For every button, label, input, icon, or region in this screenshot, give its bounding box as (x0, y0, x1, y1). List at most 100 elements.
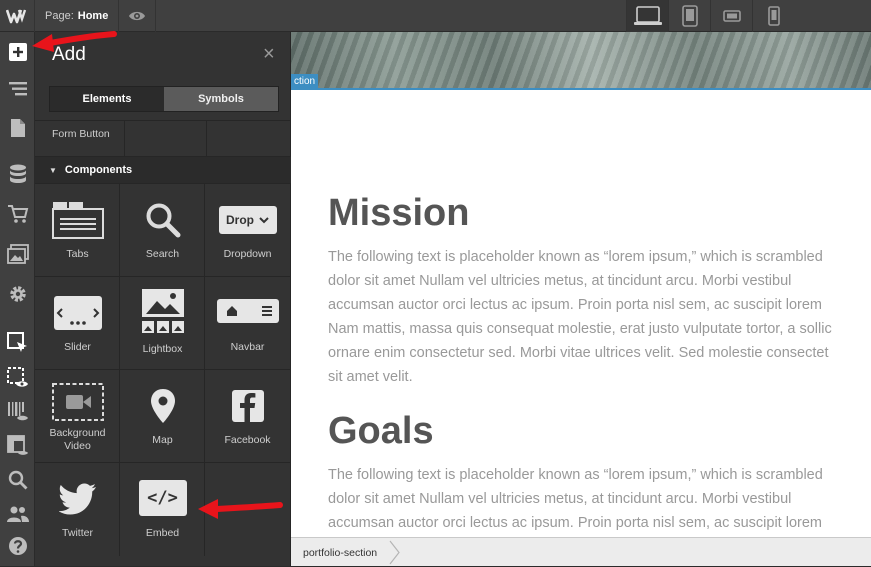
page-name: Home (77, 10, 109, 22)
paragraph-line: sit amet velit. (328, 369, 413, 385)
device-desktop[interactable] (626, 0, 668, 32)
assets-button[interactable] (0, 238, 35, 270)
paragraph-line: The following text is placeholder known … (328, 467, 823, 483)
audit-button[interactable] (0, 396, 35, 428)
lightbox-icon (141, 289, 184, 333)
tile-label: Embed (145, 527, 180, 539)
paragraph-line: The following text is placeholder known … (328, 249, 823, 265)
dropdown-tile[interactable]: Drop Dropdown (205, 184, 290, 277)
design-canvas[interactable]: ction Mission The following text is plac… (291, 32, 871, 537)
search-icon (8, 470, 27, 490)
eye-icon (129, 11, 145, 21)
paragraph-line: Nam mattis, massa quis consequat molesti… (328, 321, 832, 337)
paragraph-line: accumsan auctor orci lectus ac ipsum. Pr… (328, 297, 822, 313)
arrow-annotation-icon (198, 499, 283, 519)
section-tag: ction (291, 74, 319, 90)
mission-paragraph[interactable]: The following text is placeholder known … (328, 245, 871, 389)
tabs-tile[interactable]: Tabs (35, 184, 120, 277)
facebook-icon (231, 390, 264, 422)
slider-tile[interactable]: Slider (35, 277, 120, 370)
paragraph-line: accumsan auctor orci lectus ac ipsum. Pr… (328, 515, 822, 531)
settings-button[interactable] (0, 278, 35, 310)
mobile-portrait-icon (767, 6, 780, 26)
tile-label: Tabs (66, 248, 89, 260)
goals-heading[interactable]: Goals (328, 410, 434, 453)
facebook-tile[interactable]: Facebook (205, 370, 290, 463)
cms-icon (9, 164, 26, 183)
chevron-right-icon (389, 540, 400, 565)
tile-label: Facebook (224, 434, 271, 446)
barcode-icon (7, 402, 28, 421)
video-icon (51, 383, 104, 421)
users-button[interactable] (0, 498, 35, 530)
device-mobile-portrait[interactable] (752, 0, 794, 32)
hero-image (291, 32, 871, 90)
ecommerce-icon (7, 205, 28, 223)
tile-label: Map (152, 434, 173, 446)
form-button-label: Form Button (52, 128, 110, 140)
tabs-icon (51, 202, 104, 239)
dropdown-icon: Drop (218, 206, 277, 234)
tab-elements[interactable]: Elements (50, 87, 164, 111)
users-icon (6, 506, 29, 522)
cms-button[interactable] (0, 158, 35, 190)
breadcrumb: portfolio-section (291, 537, 871, 566)
form-elements-row: Form Button (35, 120, 291, 157)
layout-icon (6, 435, 28, 455)
map-tile[interactable]: Map (120, 370, 205, 463)
caret-down-icon: ▼ (49, 165, 57, 175)
search-icon (146, 203, 180, 238)
paragraph-line: dolor sit amet Nullam vel ultricies metu… (328, 491, 792, 507)
device-mobile-landscape[interactable] (710, 0, 752, 32)
close-icon[interactable]: × (263, 44, 275, 64)
breadcrumb-label: portfolio-section (303, 546, 378, 559)
tile-label: Dropdown (223, 248, 272, 260)
chevron-down-icon (259, 217, 269, 224)
desktop-icon (633, 6, 662, 25)
map-pin-icon (150, 389, 175, 423)
components-label: Components (64, 164, 133, 176)
search-tile[interactable]: Search (120, 184, 205, 277)
slider-icon (53, 296, 102, 330)
panel-tabs: Elements Symbols (49, 86, 279, 112)
tile-label: Navbar (230, 341, 265, 353)
pages-button[interactable] (0, 112, 35, 144)
breadcrumb-item[interactable]: portfolio-section (303, 538, 377, 567)
components-header[interactable]: ▼ Components (35, 156, 291, 184)
style-manager-button[interactable] (0, 430, 35, 462)
navbar-icon (216, 299, 279, 323)
navbar-tile[interactable]: Navbar (205, 277, 290, 370)
tab-symbols[interactable]: Symbols (164, 87, 278, 111)
goals-paragraph[interactable]: The following text is placeholder known … (328, 463, 871, 535)
select-element-icon (6, 332, 27, 352)
tablet-icon (681, 5, 698, 27)
embed-icon: </> (138, 480, 187, 516)
mission-heading[interactable]: Mission (328, 192, 469, 235)
embed-tile[interactable]: </> Embed (120, 463, 205, 556)
navigator-button[interactable] (0, 73, 35, 105)
logo-icon (6, 9, 27, 24)
select-button[interactable] (0, 327, 35, 359)
ecommerce-button[interactable] (0, 198, 35, 230)
twitter-tile[interactable]: Twitter (35, 463, 120, 556)
dropdown-icon-text: Drop (226, 213, 254, 227)
device-tablet[interactable] (668, 0, 710, 32)
form-button-tile[interactable]: Form Button (35, 121, 125, 157)
tile-label: Slider (64, 341, 91, 353)
mobile-landscape-icon (722, 10, 741, 22)
preview-icon (6, 367, 28, 387)
preview-mode-button[interactable] (0, 362, 35, 394)
preview-button[interactable] (119, 0, 156, 32)
gear-icon (9, 286, 26, 302)
tile-label: Lightbox (142, 343, 183, 355)
arrow-annotation-icon (32, 31, 117, 52)
help-icon (8, 537, 27, 555)
lightbox-tile[interactable]: Lightbox (120, 277, 205, 370)
tile-label: Twitter (62, 527, 93, 539)
add-icon (8, 43, 27, 61)
search-button[interactable] (0, 464, 35, 496)
tile-label: Search (145, 248, 180, 260)
background-video-tile[interactable]: Background Video (35, 370, 120, 463)
tile-label: Background Video (49, 427, 106, 452)
help-button[interactable] (0, 530, 35, 562)
